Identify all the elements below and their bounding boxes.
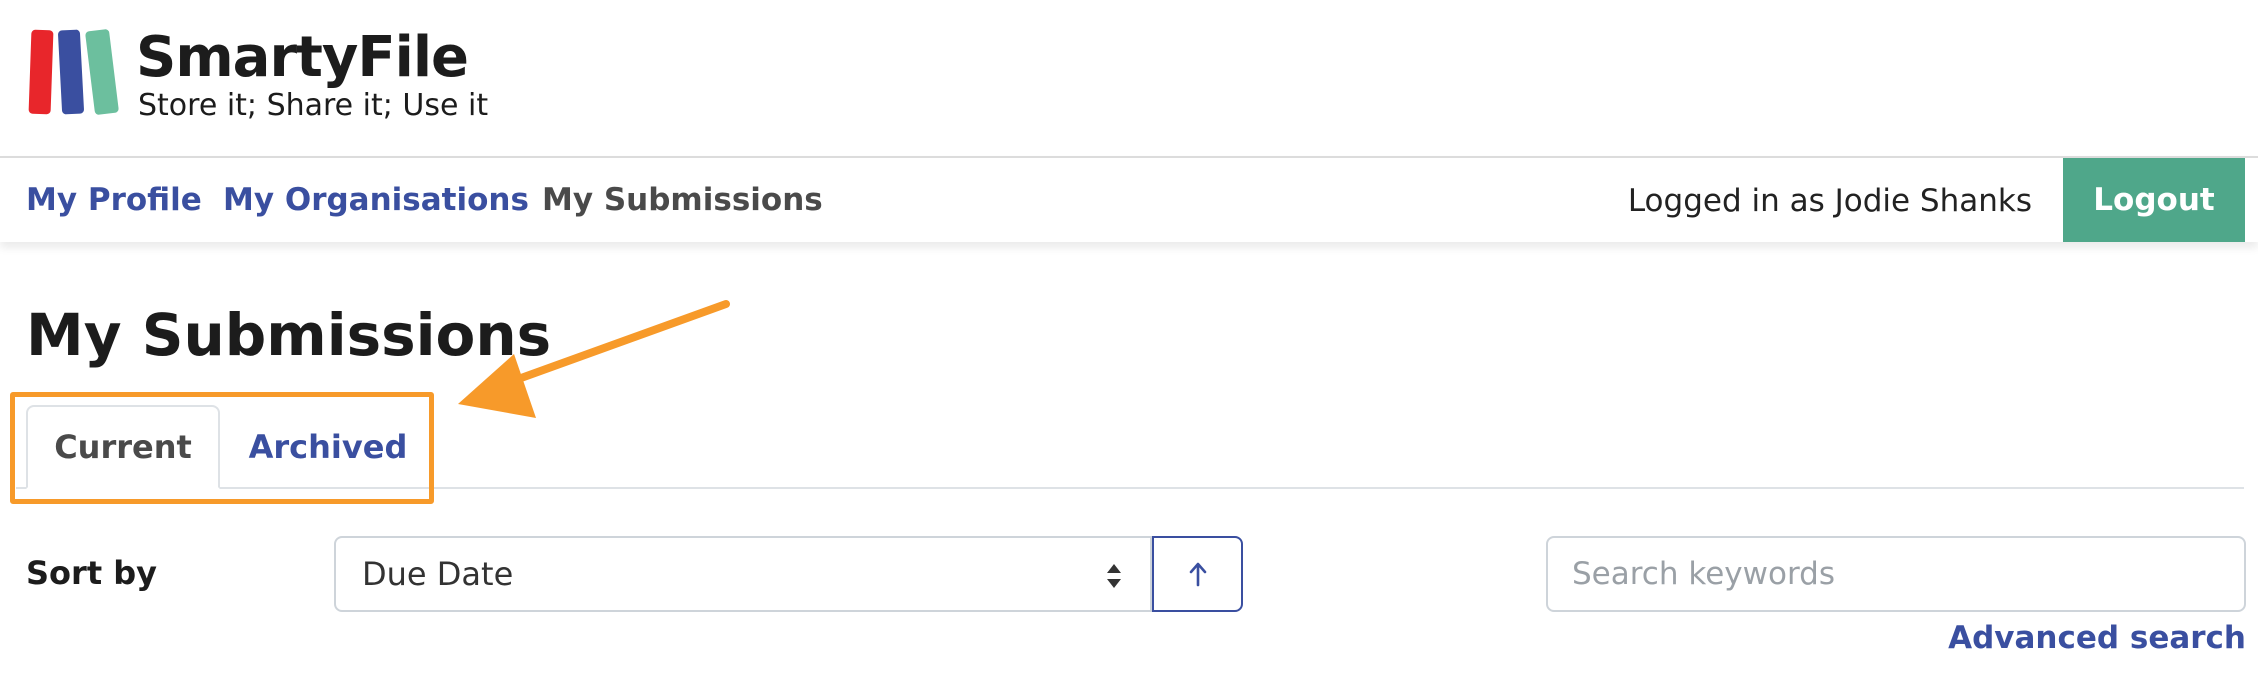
sort-direction-button[interactable]	[1152, 536, 1243, 612]
page-title: My Submissions	[26, 301, 552, 369]
sort-select-value: Due Date	[362, 555, 514, 593]
logo-icon	[28, 29, 119, 115]
brand-tagline: Store it; Share it; Use it	[138, 88, 489, 123]
sort-select[interactable]: Due Date	[334, 536, 1152, 612]
logged-in-user: Logged in as Jodie Shanks	[1627, 183, 2032, 219]
nav-my-profile[interactable]: My Profile	[26, 180, 202, 220]
brand-name: SmartyFile	[136, 25, 469, 90]
tab-archived[interactable]: Archived	[224, 405, 432, 489]
page: SmartyFile Store it; Share it; Use it My…	[0, 0, 2258, 674]
tab-current[interactable]: Current	[26, 405, 220, 489]
navbar: My Profile My Organisations My Submissio…	[0, 156, 2258, 242]
advanced-search-link[interactable]: Advanced search	[1948, 618, 2246, 658]
arrow-up-icon	[1189, 562, 1206, 587]
logout-button[interactable]: Logout	[2063, 158, 2245, 242]
nav-my-submissions[interactable]: My Submissions	[542, 180, 823, 220]
nav-my-organisations[interactable]: My Organisations	[223, 180, 529, 220]
select-updown-icon	[1107, 564, 1121, 588]
sort-by-label: Sort by	[26, 554, 158, 592]
search-input[interactable]	[1546, 536, 2246, 612]
